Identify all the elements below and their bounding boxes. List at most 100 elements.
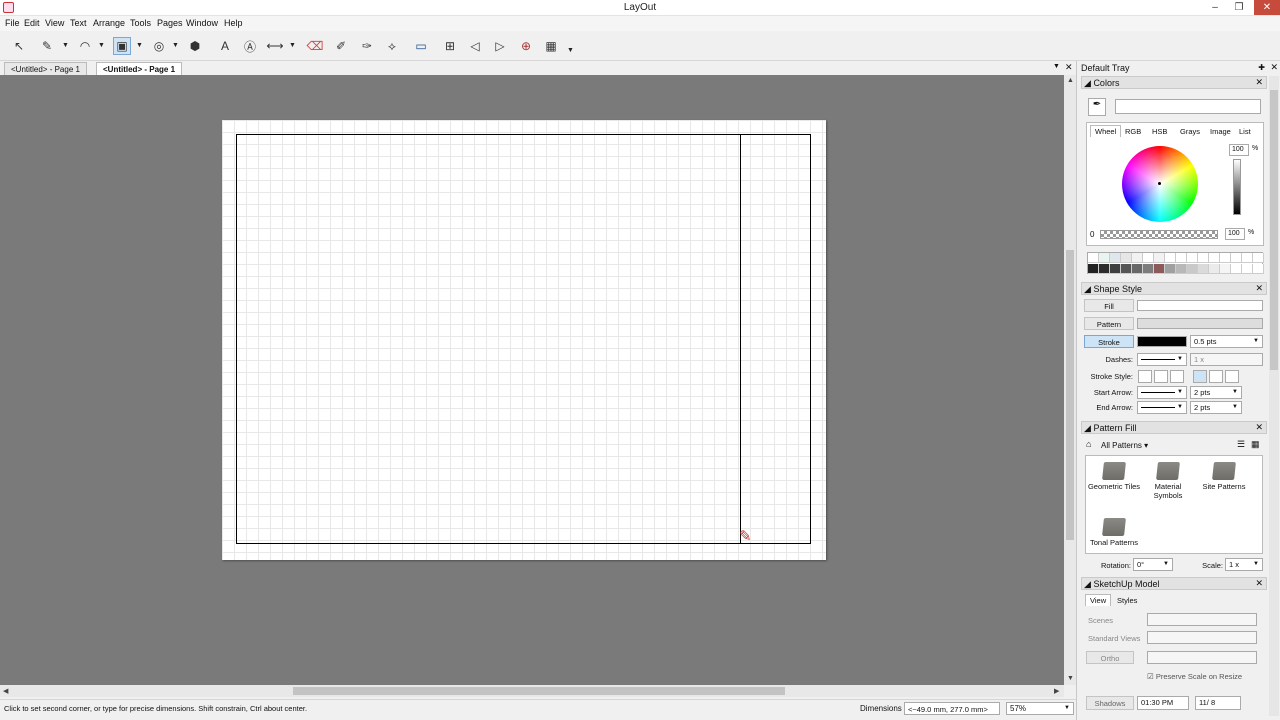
drawn-rectangle[interactable] <box>236 134 811 544</box>
color-wheel[interactable] <box>1122 146 1198 222</box>
palette-swatch[interactable] <box>1176 253 1187 263</box>
pattern-fill-panel-header[interactable]: ◢ Pattern Fill ✕ <box>1081 421 1267 434</box>
grid-view-icon[interactable]: ▦ <box>1251 439 1260 450</box>
line-dropdown-icon[interactable]: ▼ <box>62 42 70 50</box>
join-bevel-icon[interactable] <box>1225 370 1239 383</box>
polygon-tool-icon[interactable]: ⬢ <box>186 37 204 55</box>
eraser-tool-icon[interactable]: ⌫ <box>306 37 324 55</box>
palette-swatch[interactable] <box>1187 264 1198 274</box>
tab-image[interactable]: Image <box>1206 126 1235 137</box>
home-icon[interactable]: ⌂ <box>1086 439 1091 449</box>
vertical-scroll-thumb[interactable] <box>1066 250 1074 540</box>
palette-swatch[interactable] <box>1231 253 1242 263</box>
dimension-dropdown-icon[interactable]: ▼ <box>289 42 297 50</box>
palette-swatch[interactable] <box>1209 264 1220 274</box>
line-tool-icon[interactable]: ✎ <box>38 37 56 55</box>
shadow-time-field[interactable]: 01:30 PM <box>1137 696 1189 710</box>
zoom-select[interactable]: 57% ▼ <box>1006 702 1074 715</box>
shadows-button[interactable]: Shadows <box>1086 696 1134 710</box>
opacity-field[interactable]: 100 <box>1225 228 1245 240</box>
palette-swatch[interactable] <box>1121 253 1132 263</box>
eyedropper-icon[interactable]: ✒ <box>1088 98 1106 116</box>
menu-help[interactable]: Help <box>224 18 243 28</box>
dashes-select[interactable]: ▼ <box>1137 353 1187 366</box>
palette-swatch[interactable] <box>1099 253 1110 263</box>
pattern-folder-geometric-tiles[interactable]: Geometric Tiles <box>1086 462 1142 491</box>
sketchup-model-panel-header[interactable]: ◢ SketchUp Model ✕ <box>1081 577 1267 590</box>
rectangle-dropdown-icon[interactable]: ▼ <box>136 42 144 50</box>
stroke-color-box[interactable] <box>1137 336 1187 347</box>
grid-tool-icon[interactable]: ▦ <box>542 37 560 55</box>
style-tool-icon[interactable]: ✐ <box>332 37 350 55</box>
shape-style-panel-header[interactable]: ◢ Shape Style ✕ <box>1081 282 1267 295</box>
menu-window[interactable]: Window <box>186 18 218 28</box>
rotation-select[interactable]: 0° ▼ <box>1133 558 1173 571</box>
palette-swatch[interactable] <box>1088 253 1099 263</box>
circle-dropdown-icon[interactable]: ▼ <box>172 42 180 50</box>
pattern-category-select[interactable]: All Patterns ▾ <box>1101 441 1148 450</box>
menu-tools[interactable]: Tools <box>130 18 151 28</box>
palette-swatch[interactable] <box>1253 253 1264 263</box>
palette-swatch[interactable] <box>1110 264 1121 274</box>
paper-page[interactable]: ✎ <box>222 120 826 560</box>
stroke-width-select[interactable]: 0.5 pts ▼ <box>1190 335 1263 348</box>
scenes-select[interactable] <box>1147 613 1257 626</box>
menu-text[interactable]: Text <box>70 18 87 28</box>
horizontal-scrollbar[interactable]: ◀ ▶ <box>0 685 1064 697</box>
cap-square-icon[interactable] <box>1170 370 1184 383</box>
shadow-date-field[interactable]: 11/ 8 <box>1195 696 1241 710</box>
doc-tab-untitled[interactable]: <Untitled> - Page 1 <box>4 62 87 75</box>
join-tool-icon[interactable]: ⟡ <box>383 37 401 55</box>
dimensions-field[interactable]: <~49.0 mm, 277.0 mm> <box>904 702 1000 715</box>
palette-swatch[interactable] <box>1143 264 1154 274</box>
palette-swatch[interactable] <box>1253 264 1264 274</box>
color-palette[interactable] <box>1087 252 1264 274</box>
join-miter-icon[interactable] <box>1193 370 1207 383</box>
scroll-right-icon[interactable]: ▶ <box>1054 687 1059 695</box>
palette-swatch[interactable] <box>1132 253 1143 263</box>
palette-swatch[interactable] <box>1143 253 1154 263</box>
presentation-tool-icon[interactable]: ▭ <box>412 37 430 55</box>
pattern-fill-close-icon[interactable]: ✕ <box>1255 422 1263 433</box>
pattern-folder-tonal-patterns[interactable]: Tonal Patterns <box>1086 518 1142 547</box>
tab-close-icon[interactable]: ✕ <box>1065 62 1073 73</box>
pattern-folder-site-patterns[interactable]: Site Patterns <box>1196 462 1252 491</box>
cap-round-icon[interactable] <box>1154 370 1168 383</box>
palette-swatch[interactable] <box>1231 264 1242 274</box>
menu-pages[interactable]: Pages <box>157 18 183 28</box>
palette-swatch[interactable] <box>1165 264 1176 274</box>
palette-swatch[interactable] <box>1198 253 1209 263</box>
brightness-slider[interactable] <box>1233 159 1241 215</box>
fill-color-box[interactable] <box>1137 300 1263 311</box>
dash-scale-select[interactable]: 1 x <box>1190 353 1263 366</box>
list-view-icon[interactable]: ☰ <box>1237 439 1245 450</box>
ortho-button[interactable]: Ortho <box>1086 651 1134 664</box>
palette-swatch[interactable] <box>1187 253 1198 263</box>
menu-view[interactable]: View <box>45 18 64 28</box>
maximize-button[interactable]: ❐ <box>1230 0 1248 15</box>
text-tool-icon[interactable]: A <box>216 37 234 55</box>
shape-style-close-icon[interactable]: ✕ <box>1255 283 1263 294</box>
palette-swatch[interactable] <box>1220 264 1231 274</box>
standard-views-select[interactable] <box>1147 631 1257 644</box>
tab-wheel[interactable]: Wheel <box>1090 125 1122 137</box>
tray-scrollbar[interactable] <box>1269 76 1279 716</box>
palette-swatch[interactable] <box>1099 264 1110 274</box>
minimize-button[interactable]: – <box>1206 0 1224 15</box>
scale-select[interactable]: 1 x ▼ <box>1225 558 1263 571</box>
palette-swatch[interactable] <box>1121 264 1132 274</box>
arc-tool-icon[interactable]: ◠ <box>76 37 94 55</box>
palette-swatch[interactable] <box>1154 253 1165 263</box>
tray-scroll-thumb[interactable] <box>1270 90 1278 370</box>
drawing-canvas[interactable]: ✎ <box>0 75 1064 685</box>
next-page-tool-icon[interactable]: ▷ <box>491 37 509 55</box>
dimension-tool-icon[interactable]: ⟷ <box>266 37 284 55</box>
palette-swatch[interactable] <box>1154 264 1165 274</box>
close-button[interactable]: ✕ <box>1254 0 1280 15</box>
menu-edit[interactable]: Edit <box>24 18 40 28</box>
select-tool-icon[interactable]: ↖ <box>10 37 28 55</box>
snap-tool-icon[interactable]: ⊕ <box>517 37 535 55</box>
start-arrow-select[interactable]: ▼ <box>1137 386 1187 399</box>
palette-swatch[interactable] <box>1242 253 1253 263</box>
pin-icon[interactable]: ✚ <box>1258 63 1265 72</box>
